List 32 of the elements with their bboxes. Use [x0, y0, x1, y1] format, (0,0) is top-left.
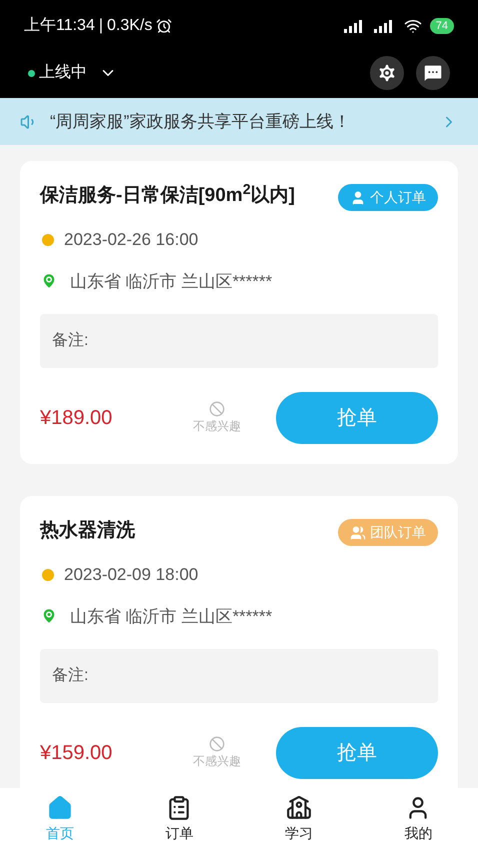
order-type-badge: 个人订单 — [338, 184, 438, 211]
alarm-icon — [156, 18, 172, 34]
order-address: 山东省 临沂市 兰山区****** — [70, 270, 272, 292]
order-price: ¥189.00 — [40, 406, 114, 431]
notice-bar[interactable]: “周周家服”家政服务共享平台重磅上线！ — [0, 98, 478, 145]
order-title: 保洁服务-日常保洁[90m$^{2}$以内] — [40, 181, 295, 208]
order-time: 2023-02-09 18:00 — [64, 564, 198, 586]
wifi-icon — [404, 17, 422, 35]
network-speed: 0.3K/s — [107, 16, 152, 36]
status-time: 上午11:34 — [24, 16, 95, 36]
status-separator: | — [98, 16, 104, 36]
prohibited-icon — [209, 736, 225, 752]
message-button[interactable] — [416, 56, 450, 90]
tab-item[interactable]: 订单 — [120, 788, 239, 850]
note-label: 备注: — [52, 330, 88, 351]
prohibited-icon — [209, 401, 225, 417]
note-label: 备注: — [52, 666, 88, 686]
online-status-dropdown[interactable]: 上线中 — [28, 61, 117, 85]
settings-button[interactable] — [370, 56, 404, 90]
school-flag-icon — [286, 794, 312, 820]
order-price: ¥159.00 — [40, 741, 114, 766]
tab-item[interactable]: 学习 — [239, 788, 358, 850]
notice-text: “周周家服”家政服务共享平台重磅上线！ — [50, 110, 352, 133]
tab-item[interactable]: 我的 — [358, 788, 478, 850]
person-icon — [350, 190, 366, 206]
house-icon — [46, 794, 73, 820]
battery-indicator: 74 — [430, 18, 454, 34]
order-time: 2023-02-26 16:00 — [64, 229, 198, 251]
order-title: 热水器清洗 — [40, 519, 136, 543]
people-icon — [350, 524, 366, 540]
order-type-badge: 团队订单 — [338, 519, 438, 546]
order-address: 山东省 临沂市 兰山区****** — [70, 606, 272, 628]
